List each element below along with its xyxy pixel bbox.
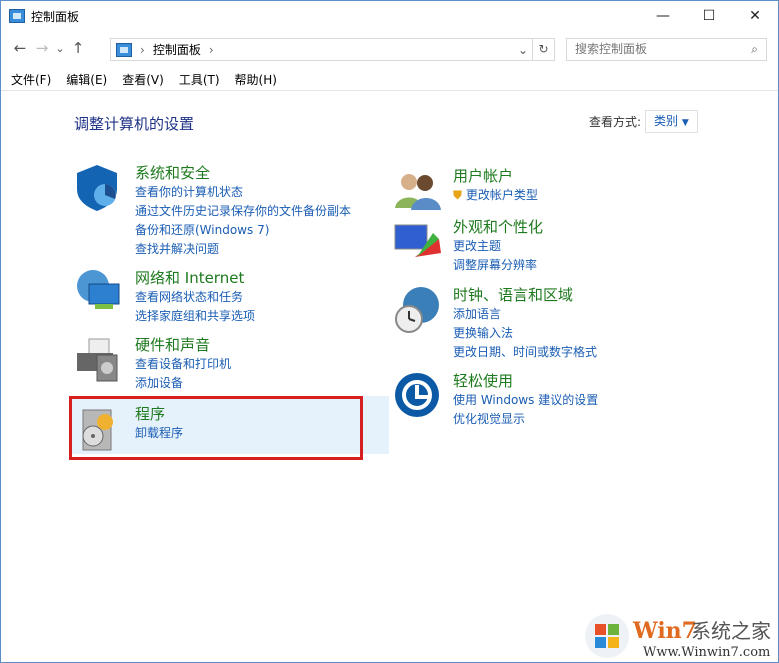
link-troubleshoot[interactable]: 查找并解决问题: [135, 240, 351, 259]
link-change-account-type[interactable]: ⛊ 更改帐户类型: [453, 186, 538, 205]
category-system-security: 系统和安全 查看你的计算机状态 通过文件历史记录保存你的文件备份副本 备份和还原…: [75, 163, 351, 259]
back-button[interactable]: ←: [9, 39, 31, 57]
appearance-palette-icon: [393, 217, 443, 267]
link-network-status[interactable]: 查看网络状态和任务: [135, 288, 255, 307]
up-button[interactable]: ↑: [67, 39, 89, 57]
category-title[interactable]: 网络和 Internet: [135, 268, 255, 288]
menu-file[interactable]: 文件(F): [11, 69, 51, 90]
search-input[interactable]: 搜索控制面板 ⌕: [566, 38, 767, 61]
address-dropdown-button[interactable]: ⌄: [518, 43, 528, 57]
category-user-accounts: 用户帐户 ⛊ 更改帐户类型: [393, 166, 538, 216]
search-icon[interactable]: ⌕: [751, 39, 758, 60]
menu-view[interactable]: 查看(V): [122, 69, 164, 90]
link-devices-printers[interactable]: 查看设备和打印机: [135, 355, 231, 374]
clock-globe-icon: [393, 285, 443, 335]
category-hardware-sound: 硬件和声音 查看设备和打印机 添加设备: [75, 335, 231, 393]
category-title[interactable]: 系统和安全: [135, 163, 351, 183]
category-title[interactable]: 时钟、语言和区域: [453, 285, 597, 305]
watermark-logo: Win7 系统之家 Www.Winwin7.com: [581, 608, 776, 660]
link-recommended-settings[interactable]: 使用 Windows 建议的设置: [453, 391, 598, 410]
link-label: 更改帐户类型: [465, 188, 538, 202]
menu-edit[interactable]: 编辑(E): [66, 69, 107, 90]
menu-tools[interactable]: 工具(T): [179, 69, 220, 90]
link-change-input-method[interactable]: 更换输入法: [453, 324, 597, 343]
network-globe-icon: [75, 268, 125, 318]
category-clock-language-region: 时钟、语言和区域 添加语言 更换输入法 更改日期、时间或数字格式: [393, 285, 597, 362]
menu-help[interactable]: 帮助(H): [235, 69, 277, 90]
link-view-computer-status[interactable]: 查看你的计算机状态: [135, 183, 351, 202]
control-panel-icon: [9, 9, 25, 23]
link-change-theme[interactable]: 更改主题: [453, 237, 543, 256]
minimize-button[interactable]: —: [640, 1, 686, 31]
address-bar[interactable]: › 控制面板 › ⌄ ↻: [110, 38, 555, 61]
category-title[interactable]: 硬件和声音: [135, 335, 231, 355]
link-file-history[interactable]: 通过文件历史记录保存你的文件备份副本: [135, 202, 351, 221]
link-add-language[interactable]: 添加语言: [453, 305, 597, 324]
breadcrumb[interactable]: 控制面板: [153, 41, 201, 58]
category-ease-of-access: 轻松使用 使用 Windows 建议的设置 优化视觉显示: [393, 371, 598, 429]
uac-shield-icon: ⛊: [453, 188, 463, 202]
control-panel-icon: [116, 42, 132, 57]
dropdown-arrow-icon: ▼: [681, 118, 689, 128]
users-icon: [393, 166, 443, 216]
view-by-select[interactable]: 类别 ▼: [645, 110, 698, 133]
window-title: 控制面板: [31, 9, 80, 24]
link-screen-resolution[interactable]: 调整屏幕分辨率: [453, 256, 543, 275]
link-backup-restore[interactable]: 备份和还原(Windows 7): [135, 221, 351, 240]
page-title: 调整计算机的设置: [74, 115, 195, 133]
close-button[interactable]: ✕: [732, 1, 778, 31]
chevron-right-icon: ›: [140, 42, 145, 57]
category-title[interactable]: 轻松使用: [453, 371, 598, 391]
svg-text:Www.Winwin7.com: Www.Winwin7.com: [643, 645, 770, 660]
svg-text:系统之家: 系统之家: [691, 619, 771, 643]
category-title[interactable]: 外观和个性化: [453, 217, 543, 237]
shield-icon: [75, 163, 125, 213]
forward-button[interactable]: →: [31, 39, 53, 57]
link-add-device[interactable]: 添加设备: [135, 374, 231, 393]
printer-icon: [75, 335, 125, 385]
maximize-button[interactable]: ☐: [686, 1, 732, 31]
ease-of-access-icon: [393, 371, 443, 421]
chevron-right-icon[interactable]: ›: [209, 43, 214, 57]
link-optimize-display[interactable]: 优化视觉显示: [453, 410, 598, 429]
menu-bar: 文件(F) 编辑(E) 查看(V) 工具(T) 帮助(H): [1, 69, 778, 91]
view-by-value: 类别: [654, 114, 679, 128]
link-homegroup[interactable]: 选择家庭组和共享选项: [135, 307, 255, 326]
recent-locations-button[interactable]: ⌄: [53, 42, 67, 55]
category-network-internet: 网络和 Internet 查看网络状态和任务 选择家庭组和共享选项: [75, 268, 255, 326]
svg-text:Win7: Win7: [632, 618, 697, 644]
refresh-button[interactable]: ↻: [532, 39, 554, 60]
view-by-label: 查看方式:: [589, 115, 642, 129]
category-title[interactable]: 用户帐户: [453, 166, 538, 186]
search-placeholder: 搜索控制面板: [575, 42, 648, 56]
category-appearance: 外观和个性化 更改主题 调整屏幕分辨率: [393, 217, 543, 275]
highlight-annotation-box: [69, 396, 363, 460]
link-date-time-format[interactable]: 更改日期、时间或数字格式: [453, 343, 597, 362]
